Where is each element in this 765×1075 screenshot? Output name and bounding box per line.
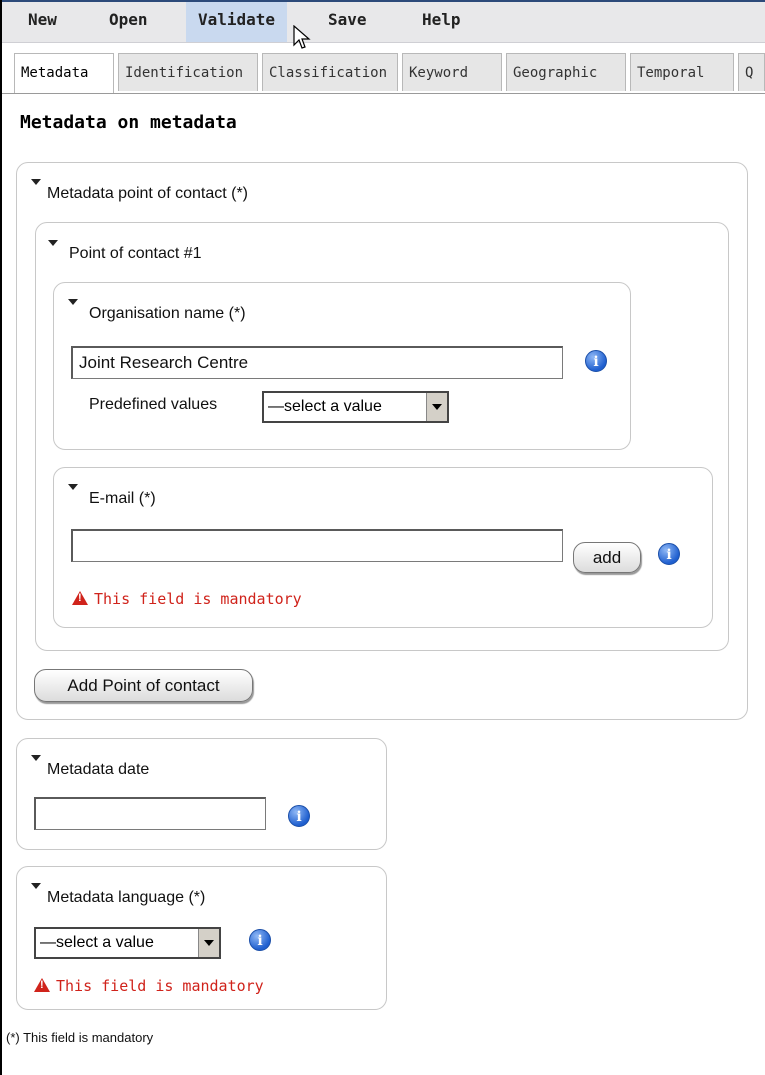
language-error: This field is mandatory (34, 977, 264, 995)
info-icon[interactable]: i (249, 929, 271, 951)
point-of-contact-section: Metadata point of contact (*) Point of c… (16, 162, 748, 720)
collapse-triangle-icon[interactable] (68, 484, 78, 490)
metadata-date-box: Metadata date i (16, 738, 387, 850)
predefined-values-label: Predefined values (89, 396, 218, 413)
info-icon[interactable]: i (585, 350, 607, 372)
tab-strip: Metadata Identification Classification K… (2, 43, 765, 94)
tab-metadata[interactable]: Metadata (14, 53, 114, 93)
language-error-text: This field is mandatory (56, 977, 264, 995)
tab-keyword[interactable]: Keyword (402, 53, 502, 91)
metadata-language-box: Metadata language (*) —select a value i … (16, 866, 387, 1010)
email-label: E-mail (*) (89, 490, 156, 507)
tab-geographic[interactable]: Geographic (506, 53, 626, 91)
warning-icon (72, 591, 88, 605)
page-title: Metadata on metadata (20, 112, 237, 133)
email-box: E-mail (*) add i This field is mandatory (53, 467, 713, 628)
contact-title: Point of contact #1 (69, 245, 202, 262)
tab-classification[interactable]: Classification (262, 53, 398, 91)
menu-validate[interactable]: Validate (186, 2, 288, 42)
organisation-name-box: Organisation name (*) i Predefined value… (53, 282, 631, 450)
chevron-down-icon[interactable] (426, 393, 447, 421)
tab-temporal[interactable]: Temporal (630, 53, 734, 91)
metadata-date-label: Metadata date (47, 761, 150, 778)
info-icon[interactable]: i (658, 543, 680, 565)
add-point-of-contact-button[interactable]: Add Point of contact (34, 669, 253, 702)
collapse-triangle-icon[interactable] (31, 883, 41, 889)
menu-bar: New Open Validate Save Help (2, 2, 765, 43)
menu-open[interactable]: Open (97, 2, 160, 42)
chevron-down-icon[interactable] (198, 929, 219, 957)
metadata-language-selected: —select a value (40, 934, 154, 951)
metadata-date-input[interactable] (34, 797, 266, 830)
email-error: This field is mandatory (72, 590, 302, 608)
info-icon[interactable]: i (288, 805, 310, 827)
add-email-button[interactable]: add (573, 542, 641, 573)
window-left-border (0, 0, 2, 1075)
metadata-language-label: Metadata language (*) (47, 889, 206, 906)
collapse-triangle-icon[interactable] (31, 755, 41, 761)
email-field[interactable] (71, 529, 563, 562)
section-title: Metadata point of contact (*) (47, 185, 248, 202)
menu-new[interactable]: New (16, 2, 69, 42)
mouse-cursor-icon (293, 25, 311, 49)
email-error-text: This field is mandatory (94, 590, 302, 608)
mandatory-footnote: (*) This field is mandatory (6, 1030, 154, 1045)
menu-save[interactable]: Save (316, 2, 379, 42)
metadata-language-select[interactable]: —select a value (34, 927, 221, 959)
collapse-triangle-icon[interactable] (48, 240, 58, 246)
organisation-name-input[interactable] (71, 346, 563, 379)
warning-icon (34, 978, 50, 992)
point-of-contact-box: Point of contact #1 Organisation name (*… (35, 222, 729, 651)
collapse-triangle-icon[interactable] (68, 299, 78, 305)
tab-quality[interactable]: Q (738, 53, 765, 91)
tab-identification[interactable]: Identification (118, 53, 258, 91)
organisation-name-label: Organisation name (*) (89, 305, 246, 322)
collapse-triangle-icon[interactable] (31, 179, 41, 185)
predefined-values-selected: —select a value (268, 398, 382, 415)
predefined-values-select[interactable]: —select a value (262, 391, 449, 423)
menu-help[interactable]: Help (410, 2, 473, 42)
